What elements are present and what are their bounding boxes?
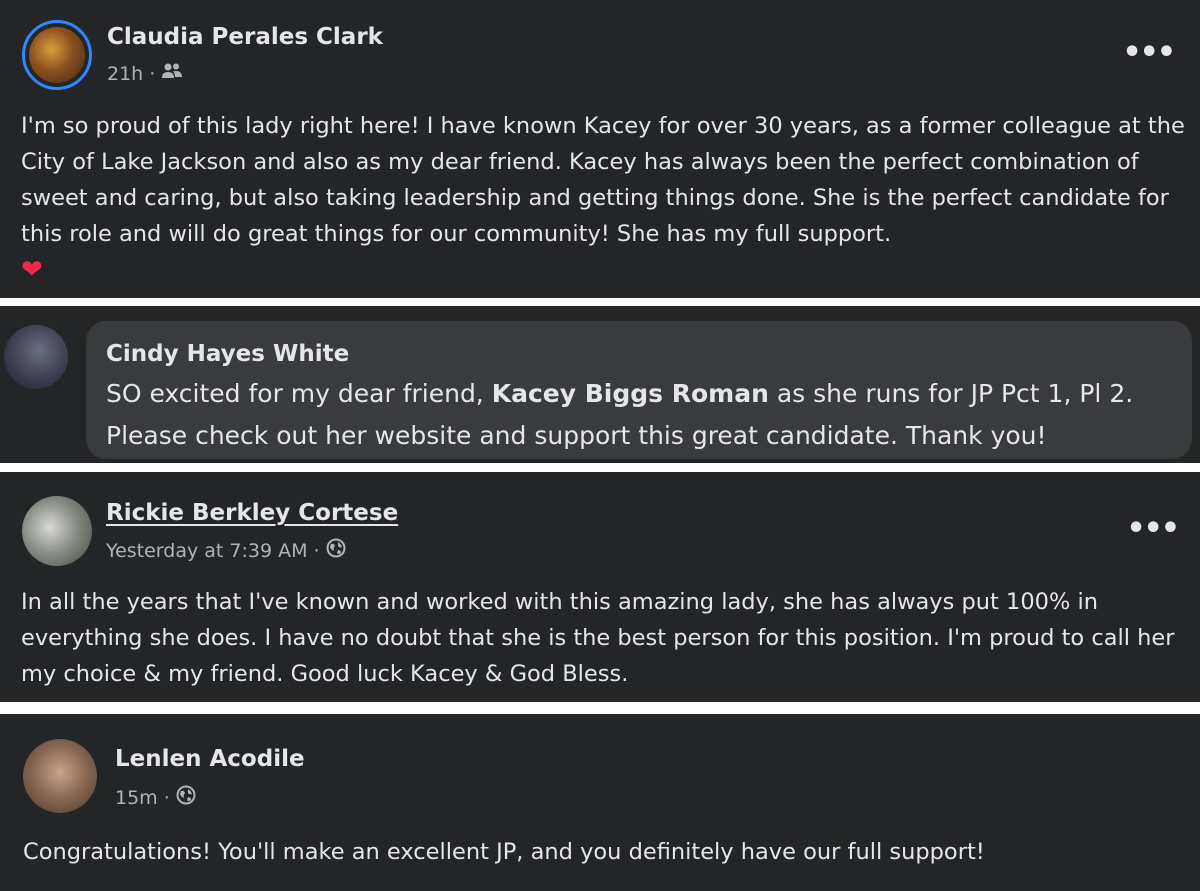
post-meta: 15m · [115, 785, 196, 810]
comment-text: SO excited for my dear friend, Kacey Big… [106, 379, 1134, 450]
post-text: In all the years that I've known and wor… [21, 589, 1175, 687]
separator: · [313, 539, 320, 562]
author-name[interactable]: Lenlen Acodile [115, 746, 305, 772]
separator: · [163, 786, 170, 809]
globe-icon[interactable] [176, 785, 196, 810]
post-card-1: Claudia Perales Clark 21h · ••• I'm so p… [0, 0, 1200, 298]
mention-link[interactable]: Kacey Biggs Roman [492, 379, 769, 408]
author-name[interactable]: Cindy Hayes White [106, 341, 349, 367]
author-name[interactable]: Rickie Berkley Cortese [106, 500, 398, 526]
avatar[interactable] [23, 739, 97, 813]
more-options-button[interactable]: ••• [1122, 38, 1176, 68]
post-body: I'm so proud of this lady right here! I … [21, 108, 1186, 289]
timestamp[interactable]: 21h [107, 63, 143, 85]
post-card-4: Lenlen Acodile 15m · Congratulations! Yo… [0, 714, 1200, 891]
post-meta: Yesterday at 7:39 AM · [106, 538, 346, 563]
avatar[interactable] [22, 496, 92, 566]
comment-card: Cindy Hayes White SO excited for my dear… [0, 306, 1200, 463]
timestamp[interactable]: 15m [115, 787, 158, 809]
globe-icon[interactable] [326, 538, 346, 563]
heart-emoji: ❤ [21, 255, 43, 285]
comment-bubble: Cindy Hayes White SO excited for my dear… [86, 321, 1192, 459]
post-text: Congratulations! You'll make an excellen… [23, 839, 985, 865]
separator: · [149, 62, 156, 85]
timestamp[interactable]: Yesterday at 7:39 AM [106, 540, 308, 562]
post-card-3: Rickie Berkley Cortese Yesterday at 7:39… [0, 472, 1200, 702]
avatar[interactable] [22, 20, 92, 90]
author-name[interactable]: Claudia Perales Clark [107, 24, 383, 50]
post-meta: 21h · [107, 62, 183, 85]
more-options-button[interactable]: ••• [1126, 514, 1180, 544]
friends-icon[interactable] [161, 62, 183, 85]
post-text: I'm so proud of this lady right here! I … [21, 113, 1185, 247]
avatar[interactable] [4, 325, 68, 389]
